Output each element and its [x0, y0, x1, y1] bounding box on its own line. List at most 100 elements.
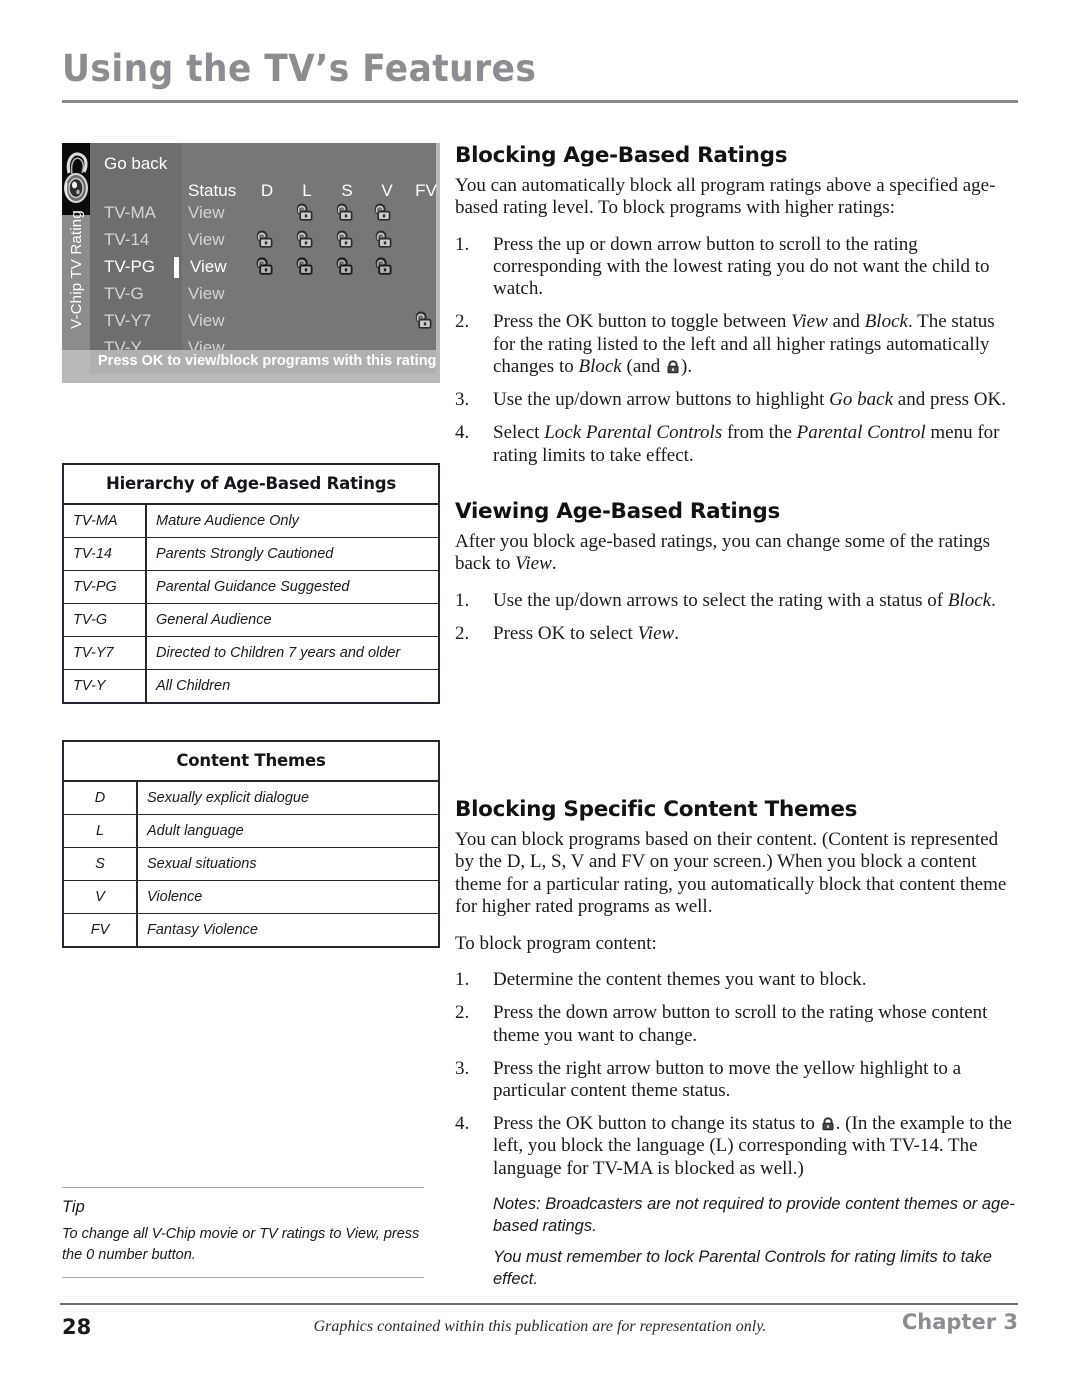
osd-right-panel: Status D L S V FV View View View View Vi…	[182, 143, 437, 357]
table-row: TV-14 Parents Strongly Cautioned	[63, 537, 439, 571]
emphasis-parental-control: Parental Control	[796, 422, 926, 444]
osd-unlock-icon-tv-pg-v[interactable]	[374, 257, 393, 276]
tip-box: Tip To change all V-Chip movie or TV rat…	[62, 1187, 424, 1279]
tip-text: To change all V-Chip movie or TV ratings…	[62, 1226, 420, 1264]
step-text: Use the up/down arrow buttons to highlig…	[493, 389, 830, 411]
heading-blocking-specific-content-themes: Blocking Specific Content Themes	[455, 797, 858, 823]
hierarchy-code: TV-Y	[63, 669, 147, 703]
hierarchy-code: TV-Y7	[63, 636, 147, 670]
emphasis-block: Block	[578, 355, 622, 377]
left-column: V-Chip TV Rating Go back TV-MA TV-14 TV-…	[62, 143, 440, 383]
step-text: (and	[621, 355, 666, 377]
tip-top-divider	[62, 1187, 424, 1188]
theme-desc: Violence	[137, 880, 439, 914]
table-row: TV-G General Audience	[63, 603, 439, 637]
footer-chapter-label: Chapter 3	[901, 1310, 1018, 1334]
osd-unlock-icon-tv-14-s[interactable]	[335, 230, 354, 249]
theme-desc: Sexually explicit dialogue	[147, 790, 310, 806]
footer-divider	[60, 1303, 1018, 1305]
osd-selection-cursor	[174, 257, 179, 278]
theme-code: FV	[63, 913, 138, 947]
osd-rating-label-tv-g[interactable]: TV-G	[104, 284, 144, 304]
step-text: Press the OK button to change its status…	[493, 1113, 820, 1135]
osd-status-tv-y7[interactable]: View	[188, 311, 225, 331]
table-row: TV-PG Parental Guidance Suggested	[63, 570, 439, 604]
osd-unlock-icon-tv-14-l[interactable]	[295, 230, 314, 249]
emphasis-view: View	[791, 311, 828, 333]
step-text: from the	[722, 422, 797, 444]
heading-viewing-age-based-ratings: Viewing Age-Based Ratings	[455, 498, 781, 524]
page-title: Using the TV’s Features	[62, 47, 537, 90]
theme-desc: Adult language	[137, 814, 439, 848]
step-item: Use the up/down arrows to select the rat…	[455, 590, 1018, 612]
osd-unlock-icon-tv-ma-s[interactable]	[335, 203, 354, 222]
table-row: TV-MA Mature Audience Only	[63, 504, 439, 538]
osd-status-tv-14[interactable]: View	[188, 230, 225, 250]
hierarchy-desc: Directed to Children 7 years and older	[146, 636, 439, 670]
column-spacer	[455, 659, 1018, 797]
step-text: Select	[493, 422, 545, 444]
hierarchy-desc: All Children	[146, 669, 439, 703]
osd-rating-label-tv-y7[interactable]: TV-Y7	[104, 311, 151, 331]
osd-left-panel: Go back TV-MA TV-14 TV-PG TV-G TV-Y7 TV-…	[90, 143, 182, 357]
step-text: and press OK.	[893, 389, 1006, 411]
steps-blocking-age: Press the up or down arrow button to scr…	[455, 234, 1018, 467]
osd-unlock-icon-tv-pg-l[interactable]	[295, 257, 314, 276]
step-item: Press OK to select View.	[455, 623, 1018, 645]
osd-status-tv-ma[interactable]: View	[188, 203, 225, 223]
osd-unlock-icon-tv-pg-s[interactable]	[335, 257, 354, 276]
paragraph-text: .	[551, 553, 557, 575]
osd-unlock-icon-tv-14-d[interactable]	[255, 230, 274, 249]
table-row: FV Fantasy Violence	[63, 913, 439, 947]
table-row: S Sexual situations	[63, 847, 439, 881]
themes-table-title: Content Themes	[63, 741, 439, 782]
note-lock-parental-controls: You must remember to lock Parental Contr…	[493, 1248, 992, 1289]
osd-status-tv-g[interactable]: View	[188, 284, 225, 304]
osd-unlock-icon-tv-y7-fv[interactable]	[414, 311, 433, 330]
note-broadcasters: Notes: Broadcasters are not required to …	[493, 1194, 1015, 1235]
content-themes-table: Content Themes D Sexually explicit dialog…	[62, 740, 440, 948]
step-item: Press the right arrow button to move the…	[455, 1058, 1018, 1102]
osd-go-back-item[interactable]: Go back	[104, 154, 167, 174]
table-row: D Sexually explicit dialogue	[63, 781, 439, 815]
paragraph-viewing-age-intro: After you block age-based ratings, you c…	[455, 531, 1018, 576]
hierarchy-desc: General Audience	[146, 603, 439, 637]
osd-unlock-icon-tv-pg-d[interactable]	[255, 257, 274, 276]
step-text: .	[991, 589, 996, 611]
osd-column-header-d: D	[260, 181, 274, 200]
osd-rating-label-tv-ma[interactable]: TV-MA	[104, 203, 156, 223]
osd-unlock-icon-tv-ma-v[interactable]	[373, 203, 392, 222]
osd-hint-text: Press OK to view/block programs with thi…	[98, 353, 437, 369]
heading-blocking-age-based-ratings: Blocking Age-Based Ratings	[455, 143, 788, 168]
emphasis-block: Block	[864, 311, 908, 333]
step-text: Press the up or down arrow button to scr…	[493, 233, 990, 300]
tip-title: Tip	[62, 1198, 85, 1216]
hierarchy-desc: Mature Audience Only	[156, 513, 299, 529]
closed-padlock-icon	[821, 1115, 835, 1131]
osd-rating-label-tv-pg[interactable]: TV-PG	[104, 257, 155, 277]
osd-sidebar: V-Chip TV Rating	[62, 143, 90, 350]
osd-rating-label-tv-14[interactable]: TV-14	[104, 230, 149, 250]
emphasis-go-back: Go back	[829, 389, 894, 411]
step-item: Press the OK button to change its status…	[455, 1113, 1018, 1180]
theme-desc: Fantasy Violence	[137, 913, 439, 947]
osd-unlock-icon-tv-ma-l[interactable]	[295, 203, 314, 222]
hierarchy-of-age-based-ratings-table: Hierarchy of Age-Based Ratings TV-MA Matu…	[62, 463, 440, 704]
step-text: Determine the content themes you want to…	[493, 969, 867, 991]
closed-padlock-icon	[666, 358, 680, 374]
step-text: Use the up/down arrows to select the rat…	[493, 589, 948, 611]
hierarchy-desc: Parents Strongly Cautioned	[146, 537, 439, 571]
theme-desc: Sexual situations	[137, 847, 439, 881]
osd-unlock-icon-tv-14-v[interactable]	[374, 230, 393, 249]
tv-osd-screenshot: V-Chip TV Rating Go back TV-MA TV-14 TV-…	[62, 143, 440, 383]
steps-viewing-age: Use the up/down arrows to select the rat…	[455, 590, 1018, 646]
hierarchy-code: TV-MA	[63, 504, 147, 538]
step-item: Select Lock Parental Controls from the P…	[455, 422, 1018, 466]
step-item: Press the OK button to toggle between Vi…	[455, 311, 1018, 378]
step-item: Press the up or down arrow button to scr…	[455, 234, 1018, 301]
table-row: V Violence	[63, 880, 439, 914]
table-row: L Adult language	[63, 814, 439, 848]
osd-status-tv-pg[interactable]: View	[190, 257, 227, 277]
osd-column-header-fv: FV	[415, 181, 437, 200]
step-text: ).	[681, 355, 693, 377]
